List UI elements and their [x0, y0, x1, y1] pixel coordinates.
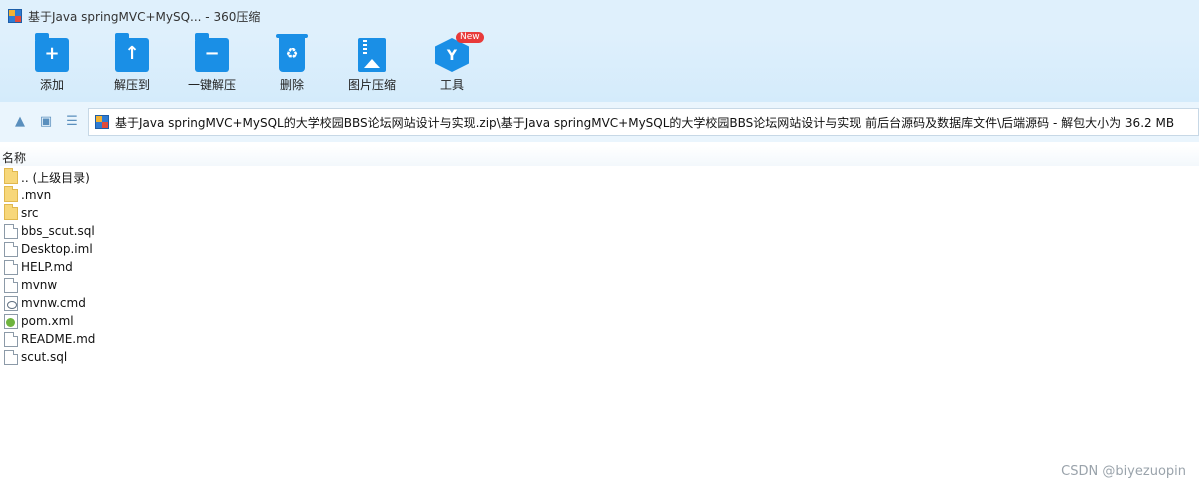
- app-icon: [8, 9, 22, 23]
- file-name: .. (上级目录): [21, 170, 90, 185]
- toolbar: + 添加 ↑ 解压到 − 一键解压 ♻ 删除 图片压缩 Y 工具 New: [0, 32, 1199, 102]
- watermark: CSDN @biyezuopin: [1061, 464, 1186, 479]
- file-row[interactable]: mvnw: [0, 276, 1199, 294]
- one-click-extract-icon: −: [195, 33, 229, 72]
- file-row[interactable]: .. (上级目录): [0, 168, 1199, 186]
- folder-icon: [4, 168, 18, 184]
- archive-icon: [95, 115, 109, 129]
- column-header[interactable]: 名称: [0, 146, 1199, 166]
- add-icon: +: [35, 33, 69, 72]
- file-row[interactable]: scut.sql: [0, 348, 1199, 366]
- address-path: 基于Java springMVC+MySQL的大学校园BBS论坛网站设计与实现.…: [115, 115, 1175, 130]
- column-name-header[interactable]: 名称: [2, 149, 26, 166]
- file-icon: [4, 223, 18, 239]
- file-icon: [4, 349, 18, 365]
- delete-button[interactable]: ♻ 删除: [252, 34, 332, 98]
- file-row[interactable]: README.md: [0, 330, 1199, 348]
- xml-file-icon: [4, 313, 18, 329]
- tools-icon: Y: [435, 38, 469, 72]
- delete-label: 删除: [279, 78, 304, 92]
- folder-icon: [4, 204, 18, 220]
- file-row[interactable]: src: [0, 204, 1199, 222]
- file-name: scut.sql: [21, 350, 68, 364]
- file-name: Desktop.iml: [21, 242, 93, 256]
- file-name: pom.xml: [21, 314, 74, 328]
- file-row[interactable]: bbs_scut.sql: [0, 222, 1199, 240]
- one-click-extract-button[interactable]: − 一键解压: [172, 33, 252, 98]
- file-icon: [4, 277, 18, 293]
- file-row[interactable]: mvnw.cmd: [0, 294, 1199, 312]
- add-label: 添加: [39, 78, 64, 92]
- title-bar: 基于Java springMVC+MySQ... - 360压缩: [0, 0, 1199, 32]
- image-compress-label: 图片压缩: [347, 78, 396, 92]
- address-row: ▲ ▣ ☰ 基于Java springMVC+MySQL的大学校园BBS论坛网站…: [0, 102, 1199, 142]
- window-title: 基于Java springMVC+MySQ... - 360压缩: [28, 9, 261, 24]
- extract-to-label: 解压到: [113, 78, 150, 92]
- file-name: README.md: [21, 332, 96, 346]
- file-name: HELP.md: [21, 260, 73, 274]
- file-row[interactable]: Desktop.iml: [0, 240, 1199, 258]
- file-list: .. (上级目录) .mvn src bbs_scut.sql Desktop.iml H…: [0, 168, 1199, 366]
- add-button[interactable]: + 添加: [12, 33, 92, 98]
- file-row[interactable]: HELP.md: [0, 258, 1199, 276]
- up-level-icon[interactable]: ▲: [11, 114, 29, 130]
- cmd-file-icon: [4, 295, 18, 311]
- file-name: bbs_scut.sql: [21, 224, 95, 238]
- file-icon: [4, 331, 18, 347]
- thumbnail-view-icon[interactable]: ▣: [37, 114, 55, 130]
- extract-to-icon: ↑: [115, 33, 149, 72]
- tools-button[interactable]: Y 工具: [412, 38, 492, 98]
- folder-icon: [4, 186, 18, 202]
- file-name: mvnw.cmd: [21, 296, 86, 310]
- new-badge: New: [456, 32, 484, 43]
- delete-icon: ♻: [276, 34, 308, 72]
- file-name: mvnw: [21, 278, 58, 292]
- tools-label: 工具: [439, 78, 464, 92]
- extract-to-button[interactable]: ↑ 解压到: [92, 33, 172, 98]
- one-click-extract-label: 一键解压: [187, 78, 236, 92]
- file-name: src: [21, 206, 39, 220]
- image-compress-button[interactable]: 图片压缩: [332, 38, 412, 98]
- file-icon: [4, 259, 18, 275]
- file-row[interactable]: .mvn: [0, 186, 1199, 204]
- address-bar[interactable]: 基于Java springMVC+MySQL的大学校园BBS论坛网站设计与实现.…: [88, 108, 1199, 136]
- file-name: .mvn: [21, 188, 52, 202]
- list-view-icon[interactable]: ☰: [63, 114, 81, 130]
- image-compress-icon: [358, 38, 386, 72]
- file-row[interactable]: pom.xml: [0, 312, 1199, 330]
- file-icon: [4, 241, 18, 257]
